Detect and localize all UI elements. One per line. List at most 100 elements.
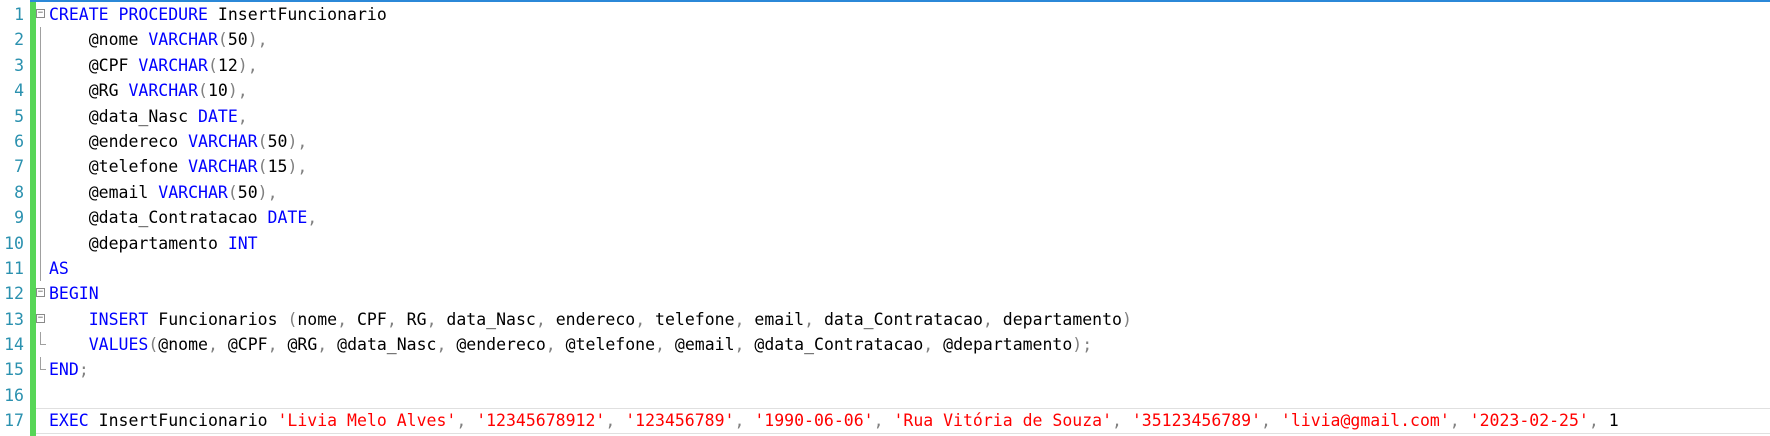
code-token: , — [1112, 411, 1122, 431]
code-text: BEGIN — [49, 281, 99, 306]
code-text: EXEC InsertFuncionario 'Livia Melo Alves… — [49, 408, 1619, 433]
code-token: ), — [247, 30, 268, 50]
code-line[interactable]: 11 AS — [0, 255, 1770, 282]
code-line[interactable]: 16 — [0, 383, 1770, 408]
code-token: 'Rua Vitória de Souza' — [893, 411, 1112, 431]
code-line[interactable]: 9 @data_Contratacao DATE, — [0, 205, 1770, 231]
code-token: VARCHAR — [148, 30, 218, 50]
code-token: , — [1588, 411, 1599, 431]
code-line[interactable]: 4 @RG VARCHAR(10), — [0, 78, 1770, 104]
code-token: @email — [664, 335, 735, 355]
line-number: 10 — [4, 233, 24, 253]
code-token: , — [307, 208, 318, 228]
code-lines[interactable]: 1− CREATE PROCEDURE InsertFuncionario 2 @n… — [0, 2, 1770, 434]
code-token: ) — [1121, 309, 1132, 329]
code-token: END — [49, 360, 79, 380]
code-text: @departamento INT — [49, 231, 258, 256]
code-line[interactable]: 12 − BEGIN — [0, 281, 1770, 306]
code-token: VALUES — [88, 335, 149, 355]
code-token: 15 — [267, 157, 288, 177]
code-token: @endereco — [49, 131, 189, 151]
code-token: INT — [227, 233, 258, 253]
line-number: 2 — [14, 30, 24, 50]
code-token: '35123456789' — [1131, 411, 1262, 431]
code-line[interactable]: 1 − CREATE PROCEDURE InsertFuncionario — [0, 2, 1770, 27]
line-number: 15 — [4, 360, 24, 380]
fold-guide-line — [40, 205, 41, 231]
fold-guide-line — [40, 154, 41, 180]
code-token: 50 — [227, 30, 248, 50]
code-text: @email VARCHAR(50), — [49, 180, 278, 205]
code-token: , — [267, 335, 278, 355]
code-token: , — [1261, 411, 1271, 431]
code-token: , — [873, 411, 884, 431]
line-number: 4 — [14, 81, 24, 101]
code-token: @RG — [49, 81, 129, 101]
code-line[interactable]: 6 @endereco VARCHAR(50), — [0, 128, 1770, 155]
code-token: , — [386, 309, 397, 329]
code-token: , — [982, 309, 993, 329]
fold-guide-line — [40, 27, 41, 53]
code-token: @nome — [158, 335, 208, 355]
fold-guide-line — [40, 255, 41, 282]
code-line[interactable]: 8 @email VARCHAR(50), — [0, 179, 1770, 206]
code-token: 1 — [1598, 411, 1619, 431]
fold-guide-line — [40, 103, 41, 129]
code-token: 'Livia Melo Alves' — [277, 411, 457, 431]
code-line[interactable]: 7 @telefone VARCHAR(15), — [0, 154, 1770, 180]
code-token: '2023-02-25' — [1469, 411, 1589, 431]
code-line[interactable]: 5 @data_Nasc DATE, — [0, 103, 1770, 129]
code-token: EXEC — [49, 411, 89, 431]
code-token: data_Contratacao — [814, 309, 983, 329]
code-text: END; — [49, 357, 89, 382]
code-line[interactable]: 13 − INSERT Funcionarios (nome, CPF, RG, … — [0, 307, 1770, 332]
collapse-minus-icon[interactable]: − — [36, 313, 45, 323]
code-token: , — [337, 309, 348, 329]
code-token: '123456789' — [625, 411, 735, 431]
code-text: VALUES(@nome, @CPF, @RG, @data_Nasc, @en… — [49, 332, 1092, 357]
line-number: 5 — [14, 106, 24, 126]
code-text: @RG VARCHAR(10), — [49, 78, 248, 103]
code-text: @endereco VARCHAR(50), — [49, 129, 308, 154]
code-token: VARCHAR — [128, 81, 199, 101]
fold-guide-line — [40, 52, 41, 79]
code-token: @email — [49, 182, 159, 202]
collapse-minus-icon[interactable]: − — [36, 288, 45, 298]
code-line[interactable]: 3 @CPF VARCHAR(12), — [0, 52, 1770, 79]
code-token: , — [535, 309, 546, 329]
code-token: , — [237, 106, 248, 126]
code-token: , — [436, 335, 447, 355]
line-number: 6 — [14, 131, 24, 151]
fold-guide-line — [40, 230, 41, 256]
line-number: 16 — [4, 385, 24, 405]
code-text: INSERT Funcionarios (nome, CPF, RG, data… — [49, 307, 1132, 332]
code-token: InsertFuncionario — [88, 411, 278, 431]
code-token: telefone — [645, 309, 735, 329]
code-line[interactable]: 2 @nome VARCHAR(50), — [0, 27, 1770, 53]
code-token: ); — [1072, 335, 1093, 355]
code-token: @nome — [49, 30, 149, 50]
code-token: VARCHAR — [188, 131, 258, 151]
code-token: DATE — [198, 106, 238, 126]
line-number: 17 — [4, 411, 24, 431]
code-token: @telefone — [555, 335, 656, 355]
code-token: departamento — [992, 309, 1122, 329]
code-token: INSERT — [88, 309, 149, 329]
code-line[interactable]: 17 EXEC InsertFuncionario 'Livia Melo Alv… — [0, 408, 1770, 434]
code-line[interactable]: 10 @departamento INT — [0, 230, 1770, 256]
collapse-minus-icon[interactable]: − — [36, 9, 45, 18]
code-token: , — [923, 335, 934, 355]
code-token: @CPF — [49, 55, 139, 75]
code-line[interactable]: 15 END; — [0, 357, 1770, 382]
code-line[interactable]: 14 VALUES(@nome, @CPF, @RG, @data_Nasc, … — [0, 332, 1770, 357]
code-token: ( — [227, 182, 238, 202]
code-token: ), — [257, 182, 278, 202]
code-editor[interactable]: 1− CREATE PROCEDURE InsertFuncionario 2 @n… — [0, 0, 1770, 436]
